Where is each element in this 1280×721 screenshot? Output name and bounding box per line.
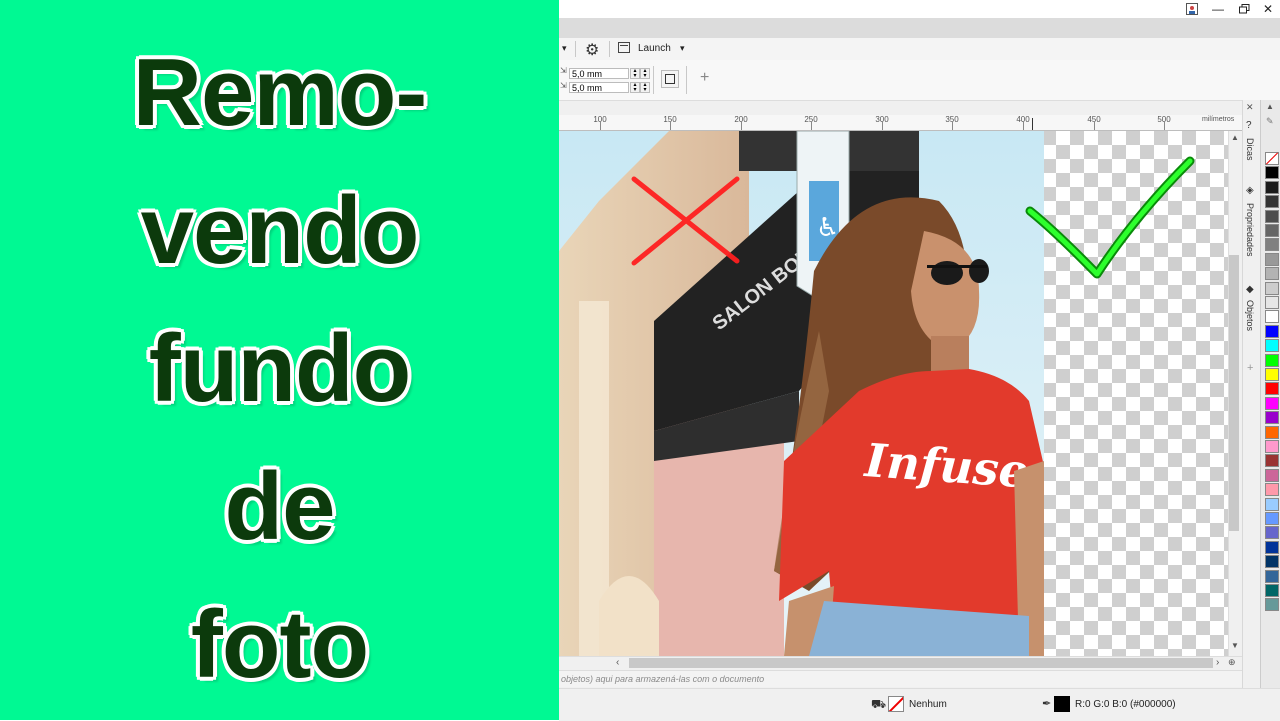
palette-swatch[interactable] xyxy=(1265,281,1279,295)
check-icon xyxy=(1025,156,1195,279)
tab-dicas[interactable]: Dicas xyxy=(1245,138,1255,161)
gear-icon[interactable]: ⚙ xyxy=(585,40,599,60)
nudge-y-field[interactable]: 5,0 mm xyxy=(569,82,629,93)
palette-swatch[interactable] xyxy=(1265,252,1279,266)
zoom-icon[interactable]: ⊕ xyxy=(1228,657,1236,668)
status-bar: ⛟ Nenhum ✒ R:0 G:0 B:0 (#000000) xyxy=(559,688,1280,721)
palette-swatch[interactable] xyxy=(1265,267,1279,281)
menu-strip xyxy=(559,18,1280,38)
palette-swatch[interactable] xyxy=(1265,224,1279,237)
title-bar: — ✕ xyxy=(559,0,1280,18)
nudge-y-spinner-2[interactable]: ▴ ▾ xyxy=(640,82,650,93)
outline-color-swatch[interactable] xyxy=(1054,696,1070,712)
tab-objetos[interactable]: Objetos xyxy=(1245,300,1255,331)
palette-swatch[interactable] xyxy=(1265,468,1279,482)
close-icon[interactable]: ✕ xyxy=(1255,0,1280,18)
dropdown-arrow-icon[interactable]: ▾ xyxy=(562,43,567,54)
photo-image: SALON BOUTIQ ♿ Infuse xyxy=(559,131,1044,656)
palette-swatch[interactable] xyxy=(1265,598,1279,612)
minimize-icon[interactable]: — xyxy=(1205,0,1231,18)
palette-swatch[interactable] xyxy=(1265,526,1279,540)
editor-window: — ✕ ▾ ⚙ Launch ▾ ⇲ 5,0 mm ▴ ▾ ▴ ▾ ⇲ 5,0 mm… xyxy=(559,0,1280,721)
palette-swatch[interactable] xyxy=(1265,555,1279,569)
docker-close-icon[interactable]: ✕ xyxy=(1246,102,1254,113)
palette-swatch[interactable] xyxy=(1265,382,1279,396)
shirt-text: Infuse xyxy=(861,433,1030,498)
horizontal-scroll-thumb[interactable] xyxy=(629,658,1213,668)
document-palette-hint: objetos) aqui para armazená-las com o do… xyxy=(559,670,1242,687)
title-line: vendo xyxy=(140,177,420,284)
title-line: Remo- xyxy=(132,39,428,146)
docker-tabs: ✕ ? Dicas ◈ Propriedades ◆ Objetos + xyxy=(1242,100,1261,688)
restore-icon[interactable] xyxy=(1231,0,1257,18)
page-frame-button[interactable] xyxy=(661,70,679,88)
launch-dropdown-icon[interactable]: ▾ xyxy=(680,43,685,54)
eyedropper-icon[interactable]: ✎ xyxy=(1266,116,1274,127)
launch-button[interactable]: Launch xyxy=(638,43,671,54)
palette-swatch[interactable] xyxy=(1265,512,1279,525)
no-fill-icon[interactable] xyxy=(888,696,904,712)
horizontal-ruler[interactable]: 100 150 200 250 300 350 400 450 500 milí… xyxy=(559,115,1242,131)
palette-swatch[interactable] xyxy=(1265,195,1279,209)
palette-up-icon[interactable]: ▲ xyxy=(1266,102,1274,111)
thumbnail-title: Remo- vendo fundo de foto xyxy=(0,24,559,714)
title-line: fundo xyxy=(148,315,412,422)
palette-swatch[interactable] xyxy=(1265,209,1279,223)
hints-icon[interactable]: ? xyxy=(1246,120,1252,131)
fill-bucket-icon: ⛟ xyxy=(871,697,887,711)
thumbnail-panel: Remo- vendo fundo de foto xyxy=(0,0,559,720)
property-bar: ⇲ 5,0 mm ▴ ▾ ▴ ▾ ⇲ 5,0 mm ▴ ▾ ▴ ▾ + xyxy=(559,60,1280,101)
palette-swatch[interactable] xyxy=(1265,339,1279,353)
outline-status: R:0 G:0 B:0 (#000000) xyxy=(1075,699,1176,710)
drawing-canvas[interactable]: SALON BOUTIQ ♿ Infuse xyxy=(559,131,1228,656)
palette-swatch[interactable] xyxy=(1265,296,1279,309)
standard-toolbar: ▾ ⚙ Launch ▾ xyxy=(559,38,1280,61)
palette-swatch[interactable] xyxy=(1265,324,1279,338)
nudge-x-spinner-2[interactable]: ▴ ▾ xyxy=(640,68,650,79)
tab-propriedades[interactable]: Propriedades xyxy=(1245,203,1255,257)
cursor-marker xyxy=(1032,118,1033,130)
palette-swatch[interactable] xyxy=(1265,569,1279,583)
scroll-up-icon[interactable]: ▲ xyxy=(1231,133,1239,142)
add-docker-icon[interactable]: + xyxy=(1247,362,1253,374)
palette-swatch[interactable] xyxy=(1265,454,1279,468)
palette-swatch[interactable] xyxy=(1265,425,1279,439)
nudge-y-spinner[interactable]: ▴ ▾ xyxy=(630,82,640,93)
title-line: foto xyxy=(190,591,369,698)
properties-icon[interactable]: ◈ xyxy=(1246,185,1254,196)
palette-swatch[interactable] xyxy=(1265,166,1279,180)
ruler-unit: milímetros xyxy=(1202,116,1235,123)
outline-pen-icon: ✒ xyxy=(1042,698,1052,710)
palette-swatch[interactable] xyxy=(1265,411,1279,425)
fill-status: Nenhum xyxy=(909,699,947,710)
photo-icon[interactable] xyxy=(1179,0,1205,18)
scroll-left-icon[interactable]: ‹ xyxy=(616,657,619,668)
palette-swatch[interactable] xyxy=(1265,353,1279,367)
palette-swatch[interactable] xyxy=(1265,152,1279,165)
scroll-right-icon[interactable]: › xyxy=(1216,657,1219,668)
palette-swatch[interactable] xyxy=(1265,540,1279,554)
palette-swatch[interactable] xyxy=(1265,238,1279,252)
scroll-down-icon[interactable]: ▼ xyxy=(1231,641,1239,650)
vertical-scroll-thumb[interactable] xyxy=(1229,255,1239,531)
launch-icon[interactable] xyxy=(618,42,630,53)
add-icon[interactable]: + xyxy=(700,69,709,87)
nudge-y-icon: ⇲ xyxy=(560,81,567,90)
palette-swatch[interactable] xyxy=(1265,180,1279,194)
objects-icon[interactable]: ◆ xyxy=(1246,284,1254,295)
nudge-x-field[interactable]: 5,0 mm xyxy=(569,68,629,79)
palette-swatch[interactable] xyxy=(1265,584,1279,597)
palette-swatch[interactable] xyxy=(1265,368,1279,381)
color-palette: ▲ ✎ xyxy=(1260,100,1280,688)
title-line: de xyxy=(224,453,335,560)
palette-swatch[interactable] xyxy=(1265,396,1279,410)
palette-swatch[interactable] xyxy=(1265,440,1279,453)
nudge-x-icon: ⇲ xyxy=(560,66,567,75)
palette-swatch[interactable] xyxy=(1265,497,1279,511)
palette-swatch[interactable] xyxy=(1265,310,1279,324)
nudge-x-spinner[interactable]: ▴ ▾ xyxy=(630,68,640,79)
palette-swatch[interactable] xyxy=(1265,483,1279,497)
